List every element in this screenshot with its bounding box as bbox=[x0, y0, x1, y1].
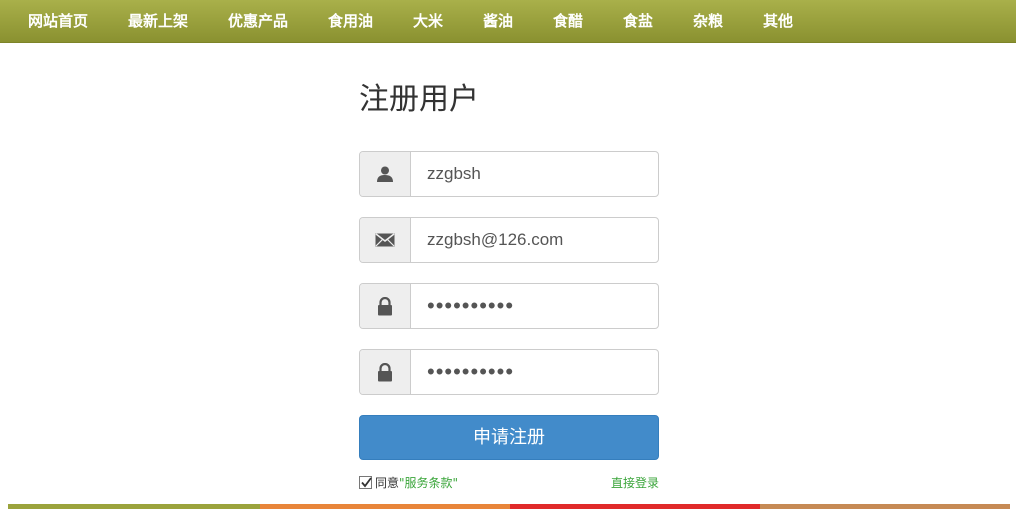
agree-terms-row: 同意 "服务条款" bbox=[359, 474, 458, 490]
envelope-icon bbox=[360, 218, 411, 262]
nav-item-discounts[interactable]: 优惠产品 bbox=[228, 0, 288, 43]
direct-login-link[interactable]: 直接登录 bbox=[611, 474, 659, 491]
footer-color-segment-orange bbox=[260, 504, 510, 509]
agree-checkbox[interactable] bbox=[359, 475, 372, 489]
nav-item-home[interactable]: 网站首页 bbox=[28, 0, 88, 43]
email-input[interactable] bbox=[412, 218, 658, 262]
top-navbar: 网站首页 最新上架 优惠产品 食用油 大米 酱油 食醋 食盐 杂粮 其他 bbox=[0, 0, 1016, 43]
password-input[interactable] bbox=[412, 284, 658, 328]
nav-item-rice[interactable]: 大米 bbox=[413, 0, 443, 43]
username-input[interactable] bbox=[412, 152, 658, 196]
footer-color-segment-red bbox=[510, 504, 760, 509]
nav-item-vinegar[interactable]: 食醋 bbox=[553, 0, 583, 43]
user-icon bbox=[360, 152, 411, 196]
footer-color-segment-tan bbox=[760, 504, 1010, 509]
nav-item-other[interactable]: 其他 bbox=[763, 0, 793, 43]
footer-color-segment-olive bbox=[8, 504, 260, 509]
lock-icon bbox=[360, 284, 411, 328]
confirm-password-input[interactable] bbox=[412, 350, 658, 394]
nav-item-salt[interactable]: 食盐 bbox=[623, 0, 653, 43]
agree-label: 同意 bbox=[375, 475, 400, 490]
terms-link[interactable]: "服务条款" bbox=[399, 474, 458, 491]
confirm-password-group bbox=[359, 349, 659, 395]
page-title: 注册用户 bbox=[359, 82, 479, 117]
email-group bbox=[359, 217, 659, 263]
nav-item-new-arrivals[interactable]: 最新上架 bbox=[128, 0, 188, 43]
nav-item-grains[interactable]: 杂粮 bbox=[693, 0, 723, 43]
register-button[interactable]: 申请注册 bbox=[359, 415, 659, 460]
lock-icon bbox=[360, 350, 411, 394]
nav-item-soy-sauce[interactable]: 酱油 bbox=[483, 0, 513, 43]
nav-item-cooking-oil[interactable]: 食用油 bbox=[328, 0, 373, 43]
password-group bbox=[359, 283, 659, 329]
username-group bbox=[359, 151, 659, 197]
